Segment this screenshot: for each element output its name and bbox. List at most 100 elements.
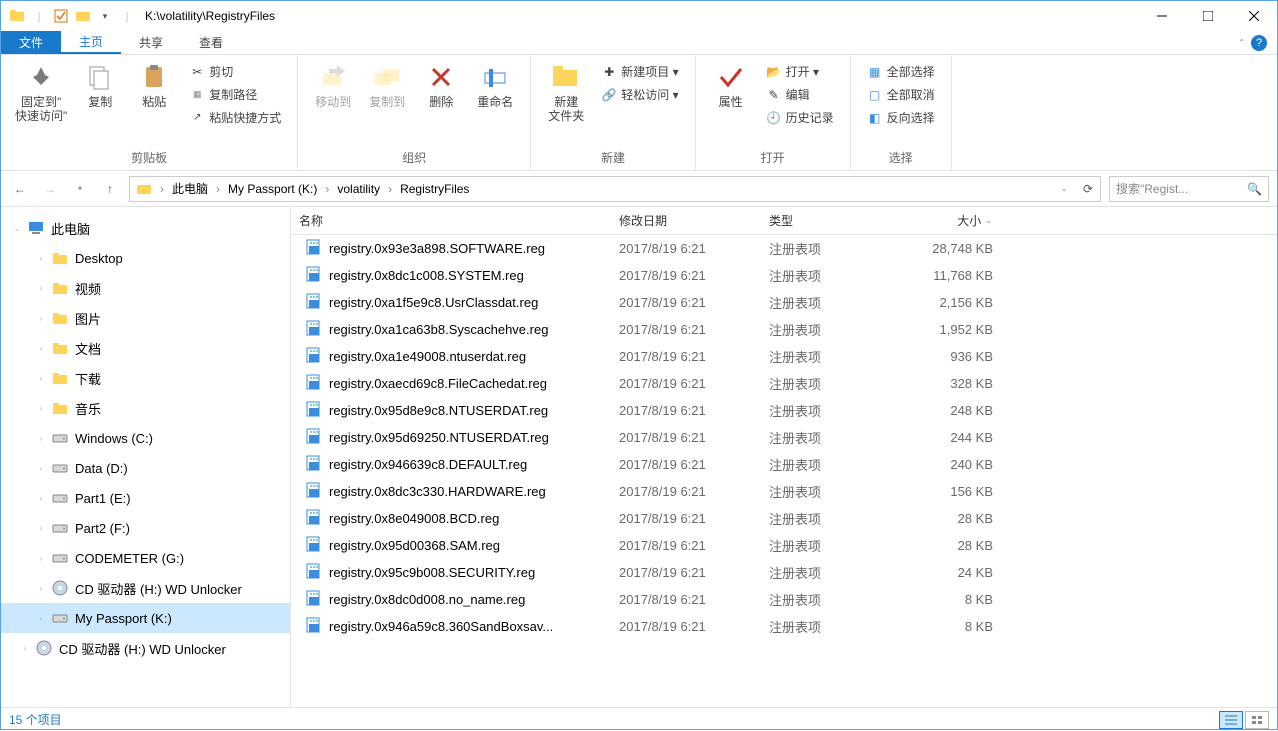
file-row[interactable]: registry.0x8e049008.BCD.reg2017/8/19 6:2…	[291, 505, 1277, 532]
expand-icon[interactable]: ›	[37, 284, 45, 293]
pc-icon[interactable]	[130, 181, 158, 197]
delete-button[interactable]: 删除	[414, 59, 468, 111]
tree-item[interactable]: ›下载	[1, 363, 290, 393]
column-date[interactable]: 修改日期	[611, 212, 761, 229]
new-item-button[interactable]: ✚新建项目 ▾	[597, 61, 682, 82]
expand-icon[interactable]: ›	[37, 404, 45, 413]
expand-icon[interactable]: ›	[37, 614, 45, 623]
tree-item[interactable]: ›音乐	[1, 393, 290, 423]
recent-dropdown[interactable]: ▾	[69, 178, 91, 200]
tree-item[interactable]: ›Desktop	[1, 243, 290, 273]
column-type[interactable]: 类型	[761, 212, 901, 229]
copy-path-button[interactable]: ▦复制路径	[185, 84, 285, 105]
select-all-button[interactable]: ▦全部选择	[863, 61, 939, 82]
tree-item[interactable]: ›My Passport (K:)	[1, 603, 290, 633]
expand-icon[interactable]: ›	[37, 434, 45, 443]
column-size[interactable]: 大小⌄	[901, 212, 1001, 229]
minimize-ribbon-icon[interactable]: ⌃	[1238, 38, 1245, 47]
breadcrumb-item[interactable]: My Passport (K:)	[222, 182, 323, 196]
file-row[interactable]: registry.0xa1ca63b8.Syscachehve.reg2017/…	[291, 316, 1277, 343]
folder-qat-icon[interactable]	[73, 6, 93, 26]
select-none-button[interactable]: ▢全部取消	[863, 84, 939, 105]
file-list[interactable]: registry.0x93e3a898.SOFTWARE.reg2017/8/1…	[291, 235, 1277, 707]
help-icon[interactable]: ?	[1251, 35, 1267, 51]
maximize-button[interactable]	[1185, 1, 1231, 31]
invert-selection-button[interactable]: ◧反向选择	[863, 107, 939, 128]
chevron-right-icon[interactable]: ›	[386, 182, 394, 196]
minimize-button[interactable]	[1139, 1, 1185, 31]
file-row[interactable]: registry.0xa1e49008.ntuserdat.reg2017/8/…	[291, 343, 1277, 370]
chevron-right-icon[interactable]: ›	[158, 182, 166, 196]
file-row[interactable]: registry.0x8dc3c330.HARDWARE.reg2017/8/1…	[291, 478, 1277, 505]
file-row[interactable]: registry.0x93e3a898.SOFTWARE.reg2017/8/1…	[291, 235, 1277, 262]
rename-button[interactable]: 重命名	[468, 59, 522, 111]
expand-icon[interactable]: ›	[37, 524, 45, 533]
tab-share[interactable]: 共享	[121, 31, 181, 54]
breadcrumb-item[interactable]: 此电脑	[166, 180, 214, 197]
file-row[interactable]: registry.0x95d69250.NTUSERDAT.reg2017/8/…	[291, 424, 1277, 451]
expand-icon[interactable]: ›	[37, 494, 45, 503]
tree-item[interactable]: › CD 驱动器 (H:) WD Unlocker	[1, 633, 290, 663]
file-row[interactable]: registry.0xa1f5e9c8.UsrClassdat.reg2017/…	[291, 289, 1277, 316]
expand-icon[interactable]: ⌄	[13, 224, 21, 233]
column-name[interactable]: 名称	[291, 212, 611, 229]
properties-button[interactable]: 属性	[704, 59, 758, 111]
expand-icon[interactable]: ›	[37, 464, 45, 473]
close-button[interactable]	[1231, 1, 1277, 31]
file-row[interactable]: registry.0x946639c8.DEFAULT.reg2017/8/19…	[291, 451, 1277, 478]
file-row[interactable]: registry.0x95d00368.SAM.reg2017/8/19 6:2…	[291, 532, 1277, 559]
tree-item[interactable]: ›Part2 (F:)	[1, 513, 290, 543]
expand-icon[interactable]: ›	[37, 344, 45, 353]
details-view-button[interactable]	[1219, 711, 1243, 729]
chevron-right-icon[interactable]: ›	[323, 182, 331, 196]
tree-root[interactable]: ⌄ 此电脑	[1, 213, 290, 243]
move-to-button[interactable]: 移动到	[306, 59, 360, 111]
expand-icon[interactable]: ›	[37, 584, 45, 593]
tree-item[interactable]: ›视频	[1, 273, 290, 303]
easy-access-button[interactable]: 🔗轻松访问 ▾	[597, 84, 682, 105]
file-row[interactable]: registry.0x8dc1c008.SYSTEM.reg2017/8/19 …	[291, 262, 1277, 289]
large-icons-view-button[interactable]	[1245, 711, 1269, 729]
file-row[interactable]: registry.0x95c9b008.SECURITY.reg2017/8/1…	[291, 559, 1277, 586]
expand-icon[interactable]: ›	[37, 314, 45, 323]
new-folder-button[interactable]: 新建 文件夹	[539, 59, 593, 125]
breadcrumb-item[interactable]: volatility	[331, 182, 386, 196]
expand-icon[interactable]: ›	[37, 554, 45, 563]
expand-icon[interactable]: ›	[37, 254, 45, 263]
expand-icon[interactable]: ›	[21, 644, 29, 653]
tree-item[interactable]: ›CODEMETER (G:)	[1, 543, 290, 573]
navigation-tree[interactable]: ⌄ 此电脑 ›Desktop›视频›图片›文档›下载›音乐›Windows (C…	[1, 207, 291, 707]
back-button[interactable]: ←	[9, 178, 31, 200]
tree-item[interactable]: ›CD 驱动器 (H:) WD Unlocker	[1, 573, 290, 603]
breadcrumb-item[interactable]: RegistryFiles	[394, 182, 475, 196]
edit-button[interactable]: ✎编辑	[762, 84, 838, 105]
refresh-button[interactable]: ⟳	[1076, 177, 1100, 201]
tree-item[interactable]: ›文档	[1, 333, 290, 363]
pin-button[interactable]: 固定到" 快速访问"	[9, 59, 73, 125]
tree-item[interactable]: ›图片	[1, 303, 290, 333]
tree-item[interactable]: ›Data (D:)	[1, 453, 290, 483]
file-row[interactable]: registry.0x946a59c8.360SandBoxsav...2017…	[291, 613, 1277, 640]
forward-button[interactable]: →	[39, 178, 61, 200]
file-row[interactable]: registry.0x8dc0d008.no_name.reg2017/8/19…	[291, 586, 1277, 613]
address-dropdown[interactable]: ⌄	[1052, 177, 1076, 201]
chevron-right-icon[interactable]: ›	[214, 182, 222, 196]
expand-icon[interactable]: ›	[37, 374, 45, 383]
file-row[interactable]: registry.0x95d8e9c8.NTUSERDAT.reg2017/8/…	[291, 397, 1277, 424]
properties-qat-icon[interactable]	[51, 6, 71, 26]
tab-file[interactable]: 文件	[1, 31, 61, 54]
open-button[interactable]: 📂打开 ▾	[762, 61, 838, 82]
search-input[interactable]: 搜索"Regist... 🔍	[1109, 176, 1269, 202]
tab-view[interactable]: 查看	[181, 31, 241, 54]
tree-item[interactable]: ›Part1 (E:)	[1, 483, 290, 513]
qat-dropdown-icon[interactable]: ▾	[95, 6, 115, 26]
up-button[interactable]: ↑	[99, 178, 121, 200]
address-bar[interactable]: › 此电脑 › My Passport (K:) › volatility › …	[129, 176, 1101, 202]
tree-item[interactable]: ›Windows (C:)	[1, 423, 290, 453]
paste-shortcut-button[interactable]: ↗粘贴快捷方式	[185, 107, 285, 128]
history-button[interactable]: 🕘历史记录	[762, 107, 838, 128]
cut-button[interactable]: ✂剪切	[185, 61, 285, 82]
file-row[interactable]: registry.0xaecd69c8.FileCachedat.reg2017…	[291, 370, 1277, 397]
copy-button[interactable]: 复制	[73, 59, 127, 111]
tab-home[interactable]: 主页	[61, 31, 121, 54]
